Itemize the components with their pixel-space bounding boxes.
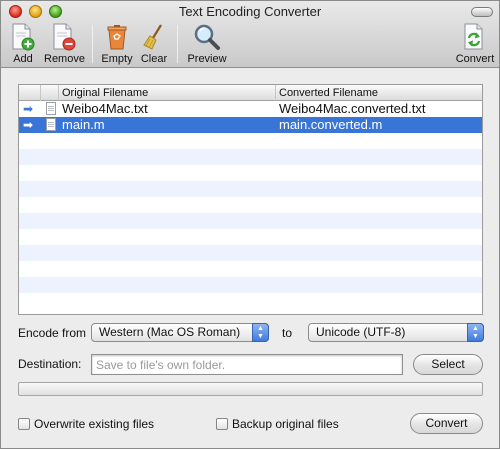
document-icon: [45, 181, 57, 197]
toolbar: Text Encoding Converter Add Remove Empty…: [1, 1, 499, 68]
document-icon: [45, 229, 57, 245]
add-button[interactable]: Add: [9, 23, 37, 65]
table-row[interactable]: ➡ Weibo4Mac.txt Weibo4Mac.converted.txt: [19, 101, 482, 117]
trash-icon: [107, 25, 127, 50]
preview-button[interactable]: Preview: [186, 23, 228, 65]
document-icon: [45, 213, 57, 229]
convert-icon: [464, 23, 483, 50]
select-button[interactable]: Select: [413, 354, 483, 375]
empty-table-row: [19, 213, 482, 229]
toolbar-separator: [177, 25, 178, 63]
overwrite-label: Overwrite existing files: [34, 416, 155, 431]
document-icon: [45, 277, 57, 293]
empty-label: Empty: [101, 53, 133, 65]
arrow-right-icon: ➡: [23, 118, 34, 132]
encode-from-select[interactable]: Western (Mac OS Roman) ▲ ▼: [91, 323, 269, 342]
magnifier-icon: [194, 24, 220, 50]
document-icon: [45, 197, 57, 213]
converted-filename-cell: Weibo4Mac.converted.txt: [279, 101, 426, 116]
document-icon: [45, 245, 57, 261]
empty-table-row: [19, 197, 482, 213]
progress-bar: [18, 382, 483, 396]
empty-table-row: [19, 181, 482, 197]
empty-table-row: [19, 261, 482, 277]
encode-from-value: Western (Mac OS Roman): [99, 325, 241, 339]
clear-button[interactable]: Clear: [139, 23, 169, 65]
status-column-header[interactable]: [19, 85, 41, 101]
empty-table-row: [19, 277, 482, 293]
app-window: Text Encoding Converter Add Remove Empty…: [0, 0, 500, 449]
add-label: Add: [13, 53, 33, 65]
remove-label: Remove: [44, 53, 85, 65]
toolbar-toggle-button[interactable]: [471, 7, 493, 17]
empty-table-row: [19, 165, 482, 181]
table-body: ➡ Weibo4Mac.txt Weibo4Mac.converted.txt ➡ ma…: [19, 101, 482, 309]
original-filename-cell: Weibo4Mac.txt: [62, 101, 148, 116]
overwrite-option[interactable]: Overwrite existing files: [18, 416, 154, 432]
popup-arrows-icon: ▲ ▼: [467, 323, 484, 342]
destination-field[interactable]: [91, 354, 403, 375]
document-icon: [45, 101, 57, 117]
empty-table-row: [19, 293, 482, 309]
backup-checkbox[interactable]: [216, 417, 228, 430]
encode-to-value: Unicode (UTF-8): [316, 325, 406, 339]
converted-filename-header[interactable]: Converted Filename: [276, 85, 482, 101]
to-label: to: [282, 326, 293, 340]
preview-label: Preview: [187, 53, 227, 65]
convert-button[interactable]: Convert: [410, 413, 483, 434]
icon-column-header[interactable]: [41, 85, 59, 101]
empty-table-row: [19, 149, 482, 165]
empty-button[interactable]: Empty: [100, 23, 134, 65]
converted-filename-cell: main.converted.m: [279, 117, 383, 132]
toolbar-convert-label: Convert: [455, 53, 495, 65]
popup-arrows-icon: ▲ ▼: [252, 323, 269, 342]
remove-file-icon: [53, 23, 76, 51]
encode-from-label: Encode from: [18, 326, 87, 340]
table-header: Original Filename Converted Filename: [19, 85, 482, 101]
document-icon: [45, 117, 57, 133]
backup-label: Backup original files: [232, 416, 339, 431]
empty-table-row: [19, 245, 482, 261]
toolbar-convert-button[interactable]: Convert: [455, 23, 495, 65]
document-icon: [45, 261, 57, 277]
backup-option[interactable]: Backup original files: [216, 416, 339, 432]
arrow-right-icon: ➡: [23, 102, 34, 116]
document-icon: [45, 293, 57, 309]
remove-button[interactable]: Remove: [44, 23, 85, 65]
window-title: Text Encoding Converter: [178, 4, 322, 19]
table-row[interactable]: ➡ main.m main.converted.m: [19, 117, 482, 133]
add-file-icon: [12, 23, 35, 51]
encode-to-select[interactable]: Unicode (UTF-8) ▲ ▼: [308, 323, 484, 342]
document-icon: [45, 165, 57, 181]
original-filename-header[interactable]: Original Filename: [59, 85, 276, 101]
toolbar-separator: [92, 25, 93, 63]
overwrite-checkbox[interactable]: [18, 417, 30, 430]
document-icon: [45, 149, 57, 165]
original-filename-cell: main.m: [62, 117, 105, 132]
clear-label: Clear: [140, 53, 168, 65]
file-table[interactable]: Original Filename Converted Filename ➡ We…: [18, 84, 483, 315]
broom-icon: [143, 24, 162, 50]
document-icon: [45, 133, 57, 149]
empty-table-row: [19, 229, 482, 245]
destination-label: Destination:: [18, 357, 82, 371]
empty-table-row: [19, 133, 482, 149]
